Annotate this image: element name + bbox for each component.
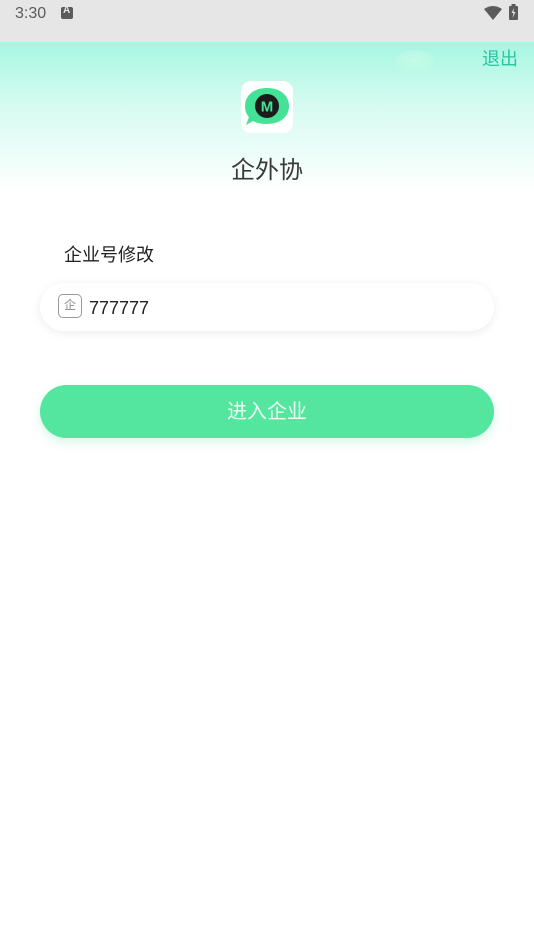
app-title: 企外协 <box>231 156 303 184</box>
logo-letter: M <box>261 99 274 116</box>
app-logo-icon: M <box>245 88 289 125</box>
status-time: 3:30 <box>15 5 47 22</box>
logout-button[interactable]: 退出 <box>482 48 518 72</box>
battery-icon <box>509 4 518 20</box>
app-logo: M <box>241 81 293 133</box>
cloud-decoration <box>394 50 434 72</box>
enterprise-id-input[interactable] <box>89 297 469 319</box>
a-notification-icon <box>61 5 73 19</box>
enterprise-icon: 企 <box>58 294 82 318</box>
wifi-icon <box>484 6 502 20</box>
section-label: 企业号修改 <box>64 245 154 266</box>
enter-enterprise-button[interactable]: 进入企业 <box>40 385 494 438</box>
status-bar: 3:30 <box>0 0 534 42</box>
